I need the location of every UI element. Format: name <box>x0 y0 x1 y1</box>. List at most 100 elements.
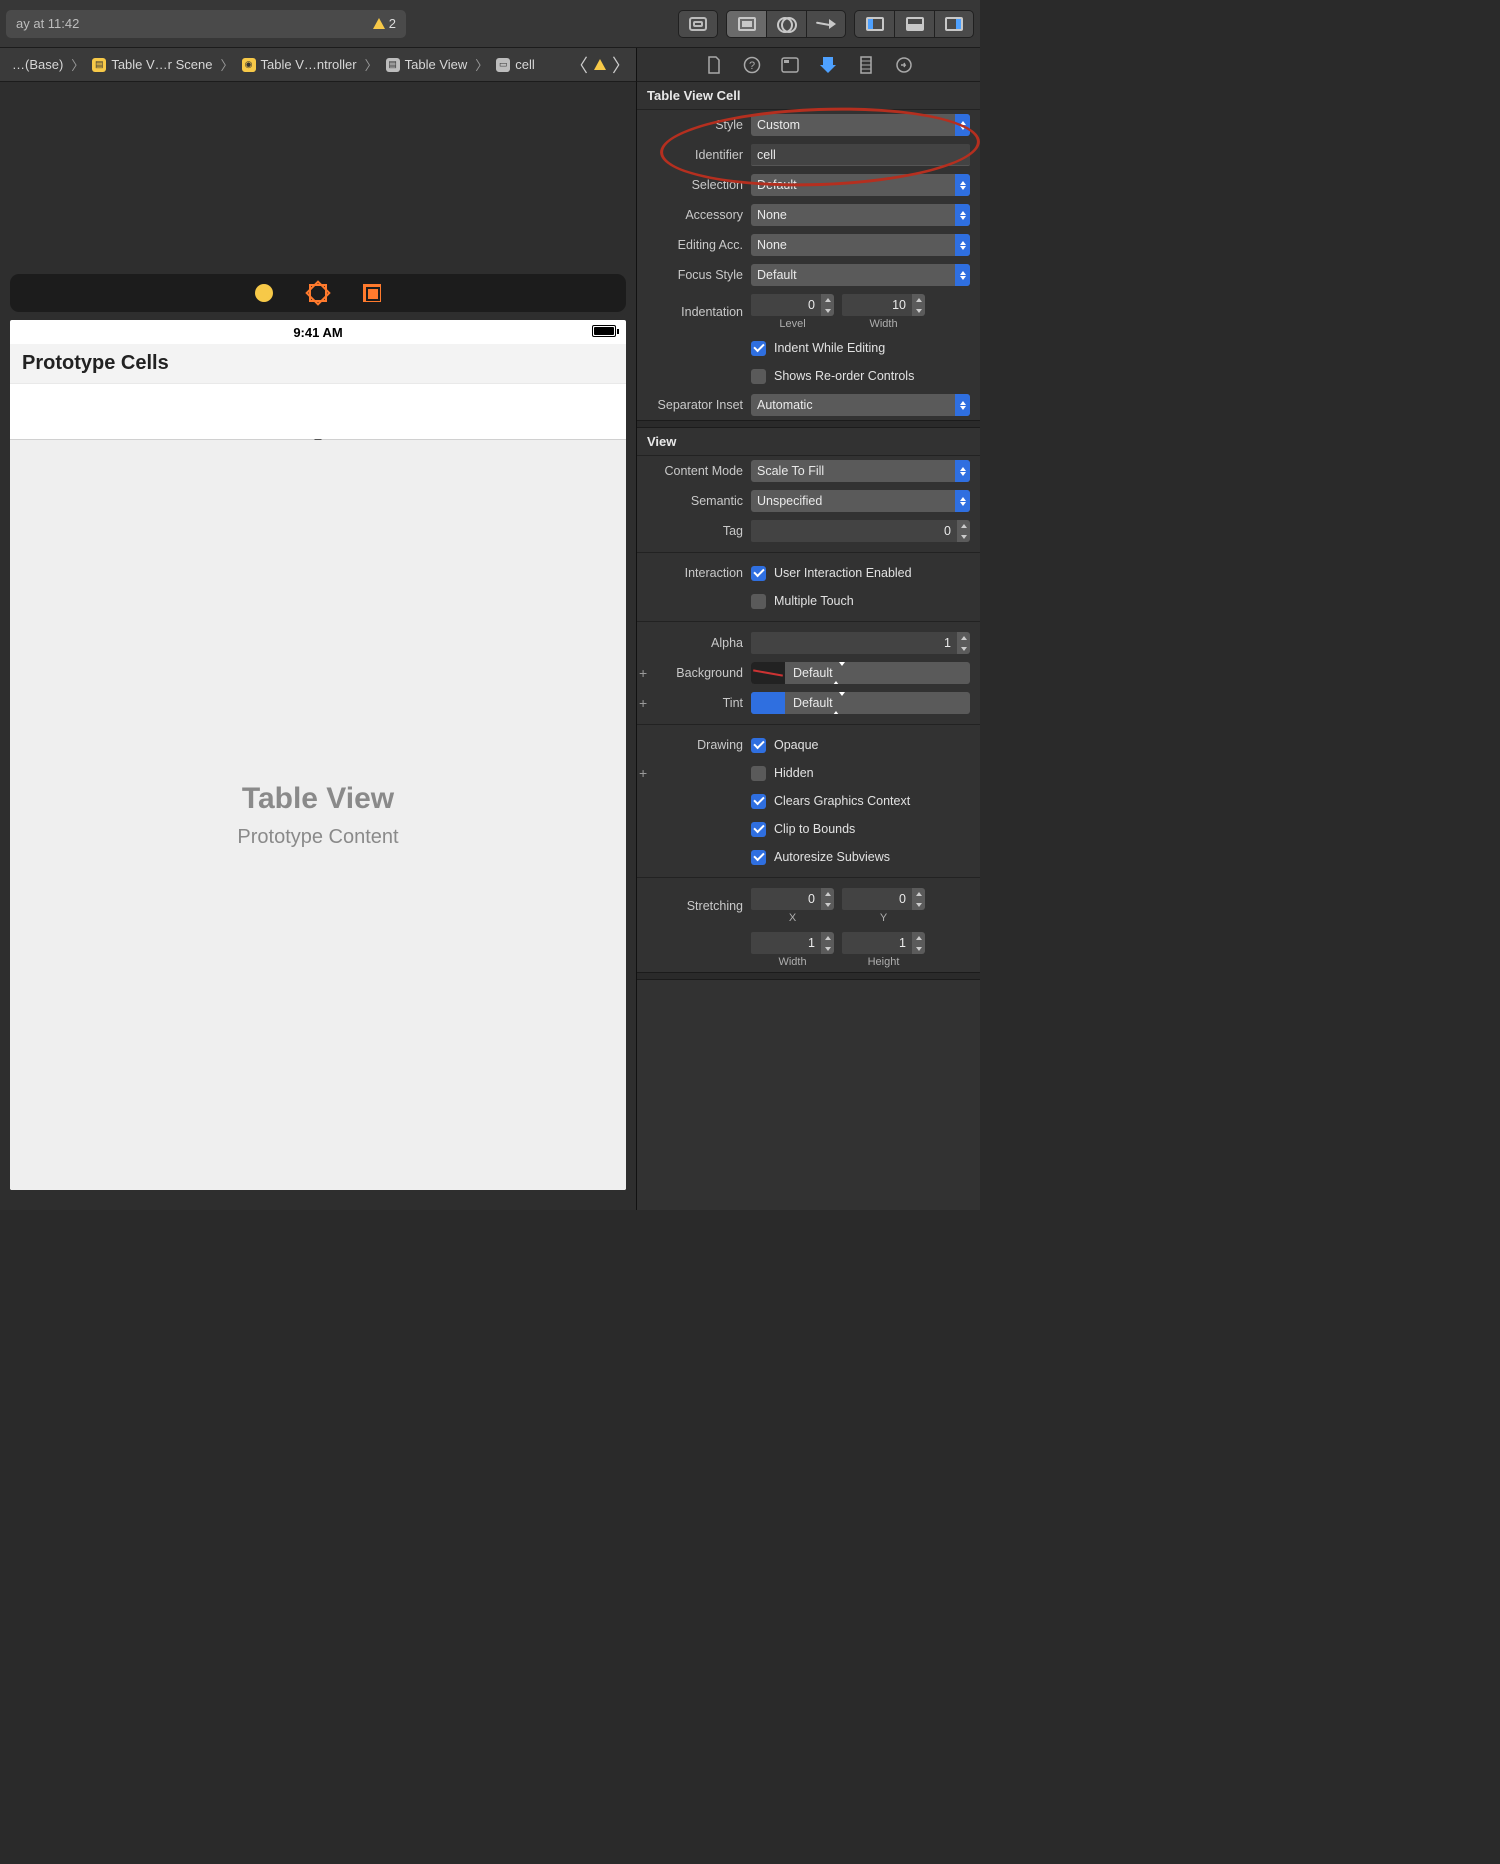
version-editor-button[interactable] <box>806 10 846 38</box>
status-time: 9:41 AM <box>293 325 342 340</box>
stretch-w-field[interactable] <box>751 932 821 954</box>
standard-editor-button[interactable] <box>726 10 766 38</box>
main-toolbar: ay at 11:42 2 <box>0 0 980 48</box>
chevron-updown-icon <box>955 204 970 226</box>
style-select[interactable]: Custom <box>751 114 970 136</box>
chevron-right-icon: 〉 <box>473 55 490 74</box>
stepper[interactable] <box>957 632 970 654</box>
tint-select[interactable]: Default <box>751 692 970 714</box>
exit-icon[interactable] <box>363 284 381 302</box>
identifier-field[interactable] <box>751 144 970 166</box>
nav-forward-button[interactable]: 〉 <box>612 52 630 78</box>
stretch-h-field[interactable] <box>842 932 912 954</box>
row-indent-while-editing: Indent While Editing <box>637 334 980 362</box>
placeholder-title: Table View <box>242 782 394 816</box>
prototype-cell[interactable] <box>10 384 626 440</box>
semantic-select[interactable]: Unspecified <box>751 490 970 512</box>
selection-select[interactable]: Default <box>751 174 970 196</box>
indent-editing-checkbox[interactable] <box>751 341 766 356</box>
row-style: Style Custom <box>637 110 980 140</box>
stepper[interactable] <box>957 520 970 542</box>
tag-field[interactable] <box>751 520 957 542</box>
venn-icon <box>777 17 797 31</box>
identity-inspector-tab[interactable] <box>781 56 799 74</box>
separator-inset-select[interactable]: Automatic <box>751 394 970 416</box>
connections-inspector-tab[interactable] <box>895 56 913 74</box>
clip-checkbox[interactable] <box>751 822 766 837</box>
user-interaction-checkbox[interactable] <box>751 566 766 581</box>
multiple-touch-checkbox[interactable] <box>751 594 766 609</box>
controller-icon: ◉ <box>242 58 256 72</box>
toggle-navigator-button[interactable] <box>854 10 894 38</box>
add-icon[interactable]: + <box>639 695 647 711</box>
size-inspector-tab[interactable] <box>857 56 875 74</box>
crumb-base[interactable]: …(Base) <box>6 57 69 72</box>
section-cell-title: Table View Cell <box>637 82 980 110</box>
indent-width-field[interactable] <box>842 294 912 316</box>
row-tint: +Tint Default <box>637 688 980 718</box>
inspector-tab-bar: ? <box>636 48 980 82</box>
prototype-cells-header: Prototype Cells <box>10 344 626 384</box>
autoresize-checkbox[interactable] <box>751 850 766 865</box>
opaque-checkbox[interactable] <box>751 738 766 753</box>
stepper[interactable] <box>821 932 834 954</box>
background-select[interactable]: Default <box>751 662 970 684</box>
row-user-interaction: Interaction User Interaction Enabled <box>637 559 980 587</box>
color-swatch-icon <box>751 692 785 714</box>
attributes-inspector-tab[interactable] <box>819 56 837 74</box>
chevron-updown-icon <box>955 460 970 482</box>
jump-bar[interactable]: …(Base)〉 ▤Table V…r Scene〉 ◉Table V…ntro… <box>0 48 636 82</box>
canvas-area[interactable]: 9:41 AM Prototype Cells Table View Proto… <box>0 82 636 1210</box>
row-opaque: Drawing Opaque <box>637 731 980 759</box>
stepper[interactable] <box>912 294 925 316</box>
crumb-cell[interactable]: ▭cell <box>490 57 541 72</box>
stretch-y-field[interactable] <box>842 888 912 910</box>
stepper[interactable] <box>912 888 925 910</box>
reorder-checkbox[interactable] <box>751 369 766 384</box>
stepper[interactable] <box>821 294 834 316</box>
library-button[interactable] <box>678 10 718 38</box>
arrows-icon <box>816 17 836 31</box>
crumb-controller[interactable]: ◉Table V…ntroller <box>236 57 363 72</box>
file-inspector-tab[interactable] <box>705 56 723 74</box>
editing-acc-select[interactable]: None <box>751 234 970 256</box>
scene-icon: ▤ <box>92 58 106 72</box>
content-mode-select[interactable]: Scale To Fill <box>751 460 970 482</box>
stepper[interactable] <box>912 932 925 954</box>
clears-checkbox[interactable] <box>751 794 766 809</box>
add-icon[interactable]: + <box>639 765 647 781</box>
add-icon[interactable]: + <box>639 665 647 681</box>
scene-dock[interactable] <box>10 274 626 312</box>
library-icon <box>689 17 707 31</box>
crumb-tableview[interactable]: ▤Table View <box>380 57 474 72</box>
assistant-editor-button[interactable] <box>766 10 806 38</box>
toggle-debug-button[interactable] <box>894 10 934 38</box>
hidden-checkbox[interactable] <box>751 766 766 781</box>
panel-right-icon <box>945 17 963 31</box>
first-responder-icon[interactable] <box>309 284 327 302</box>
toggle-inspector-button[interactable] <box>934 10 974 38</box>
quick-help-tab[interactable]: ? <box>743 56 761 74</box>
device-preview[interactable]: 9:41 AM Prototype Cells Table View Proto… <box>10 320 626 1190</box>
alpha-field[interactable] <box>751 632 957 654</box>
stretch-x-field[interactable] <box>751 888 821 910</box>
chevron-right-icon: 〉 <box>218 55 235 74</box>
stepper[interactable] <box>821 888 834 910</box>
svg-text:?: ? <box>748 60 754 72</box>
warnings-indicator[interactable]: 2 <box>373 16 396 31</box>
warning-icon[interactable] <box>594 59 606 70</box>
chevron-right-icon: 〉 <box>363 55 380 74</box>
activity-status[interactable]: ay at 11:42 2 <box>6 10 406 38</box>
main-split: 9:41 AM Prototype Cells Table View Proto… <box>0 82 980 1210</box>
accessory-select[interactable]: None <box>751 204 970 226</box>
focus-style-select[interactable]: Default <box>751 264 970 286</box>
nav-back-button[interactable]: 〈 <box>570 52 588 78</box>
indent-level-field[interactable] <box>751 294 821 316</box>
view-controller-icon[interactable] <box>255 284 273 302</box>
crumb-scene[interactable]: ▤Table V…r Scene <box>86 57 218 72</box>
row-multiple-touch: Multiple Touch <box>637 587 980 615</box>
row-focus-style: Focus Style Default <box>637 260 980 290</box>
chevron-updown-icon <box>955 394 970 416</box>
row-reorder: Shows Re-order Controls <box>637 362 980 390</box>
panel-bottom-icon <box>906 17 924 31</box>
